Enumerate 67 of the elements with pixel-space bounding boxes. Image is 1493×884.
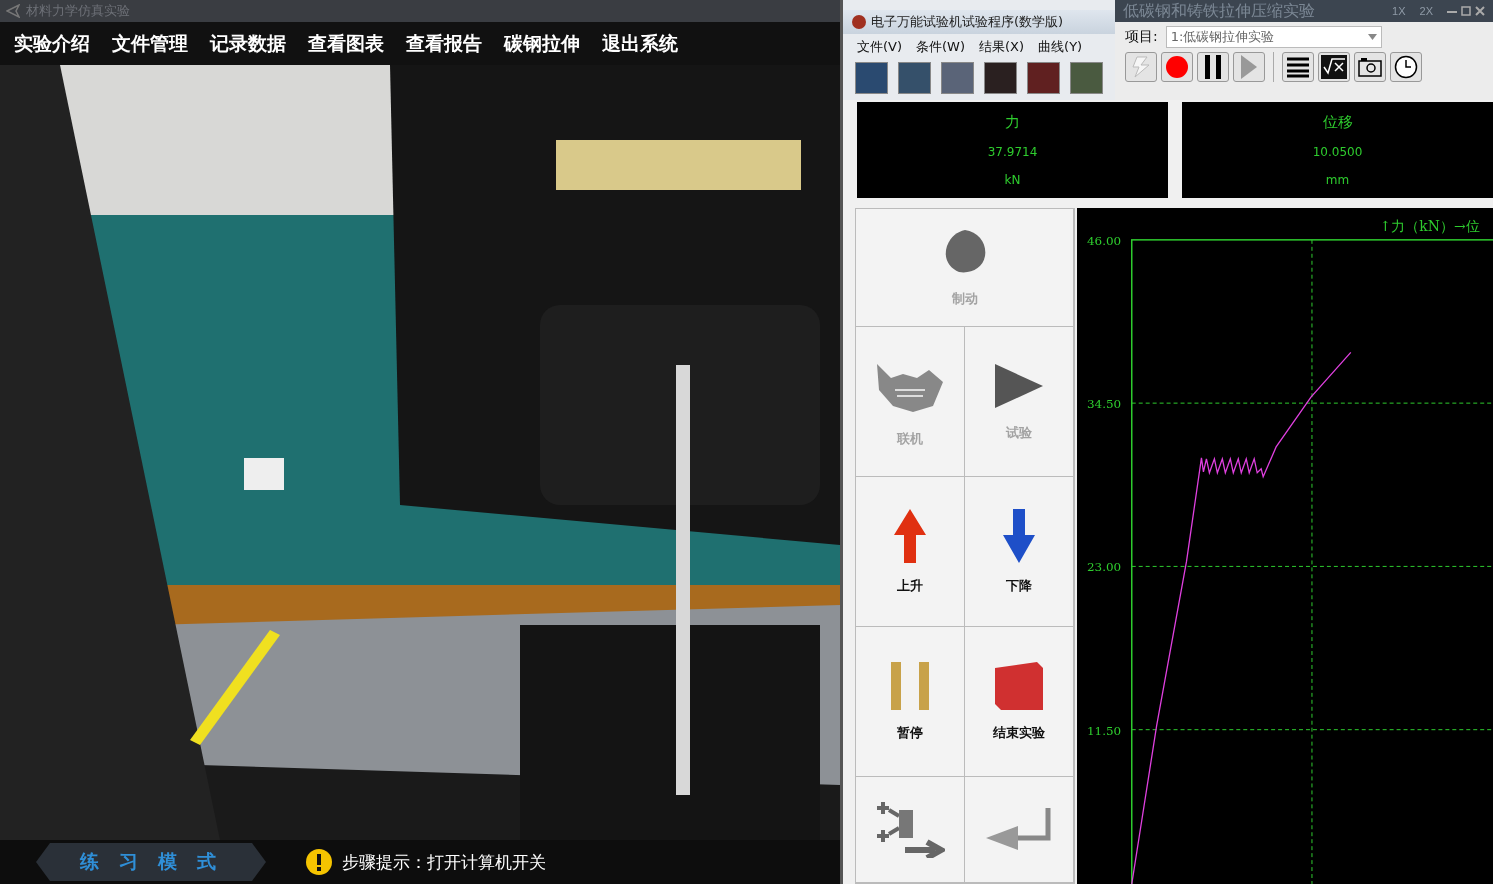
readout-value: 37.9714 [987,145,1038,160]
window-title: 低碳钢和铸铁拉伸压缩实验 [1123,0,1316,22]
control-button[interactable]: 下降 [965,477,1074,627]
pause-icon [1204,55,1222,79]
list-button[interactable] [1282,52,1314,82]
menu-item[interactable]: 记录数据 [210,30,286,57]
clock-icon [1394,55,1418,79]
formula-button[interactable] [1318,52,1350,82]
menu-item[interactable]: 退出系统 [602,30,678,57]
stop-icon [995,661,1043,710]
project-dropdown[interactable]: 1:低碳钢拉伸实验 [1165,26,1382,48]
toolbar-image-button[interactable] [1027,62,1060,94]
toolbar-image-button[interactable] [898,62,931,94]
control-button[interactable] [965,777,1074,883]
app-logo-icon [851,14,867,30]
readout-value: 10.0500 [1312,145,1363,160]
axis-title: ↑力（kN）→位 [1379,217,1480,234]
speed-button[interactable]: 2X [1419,5,1433,17]
readout-label: 力 [1005,112,1020,132]
menu-item[interactable]: 曲线(Y) [1038,38,1083,56]
menu-item[interactable]: 碳钢拉伸 [504,30,580,57]
control-button[interactable]: 上升 [856,477,965,627]
caret-icon [1367,34,1377,40]
close-icon[interactable] [1475,6,1485,16]
pause-icon [891,661,929,710]
menu-item[interactable]: 结果(X) [979,38,1025,56]
lightning-button[interactable] [1125,52,1157,82]
play-icon [1241,55,1257,79]
speed-button[interactable]: 1X [1392,5,1406,17]
camera-button[interactable] [1354,52,1386,82]
menu-item[interactable]: 查看图表 [308,30,384,57]
clock-button[interactable] [1390,52,1422,82]
pause-button[interactable] [1197,52,1229,82]
arrow-down-icon [1001,508,1037,563]
export-icon [875,801,945,858]
y-axis-label: 46.00 [1086,233,1122,248]
toolbar-image-button[interactable] [1070,62,1103,94]
menu-item[interactable]: 实验介绍 [14,30,90,57]
return-icon [986,807,1052,852]
arrow-up-icon [892,508,928,563]
step-hint: 步骤提示：打开计算机开关 [342,850,546,874]
y-axis-label: 34.50 [1086,397,1122,412]
menu-item[interactable]: 文件(V) [857,38,903,56]
record-icon [1165,55,1189,79]
readout-unit: mm [1325,173,1350,188]
menu-item[interactable]: 条件(W) [916,38,966,56]
readout-label: 位移 [1322,112,1353,132]
control-button[interactable] [856,777,965,883]
menu-item[interactable]: 查看报告 [406,30,482,57]
control-button[interactable]: 结束实验 [965,627,1074,777]
menu-item[interactable]: 文件管理 [112,30,188,57]
project-label: 项目: [1125,28,1158,46]
list-icon [1287,56,1309,78]
app-logo-icon [6,4,20,18]
maximize-icon[interactable] [1461,6,1471,16]
play-icon [993,361,1045,410]
toolbar-image-button[interactable] [855,62,888,94]
camera-icon [1358,57,1382,77]
square-root-icon [1321,55,1347,79]
window-title: 电子万能试验机试验程序(数学版) [871,13,1064,31]
control-button[interactable]: 暂停 [856,627,965,777]
y-axis-label: 11.50 [1086,723,1122,738]
warning-icon [306,849,332,875]
readout-unit: kN [1004,173,1021,188]
y-axis-label: 23.00 [1086,560,1122,575]
mode-tab[interactable]: 练习模式 [36,843,266,881]
toolbar-image-button[interactable] [984,62,1017,94]
